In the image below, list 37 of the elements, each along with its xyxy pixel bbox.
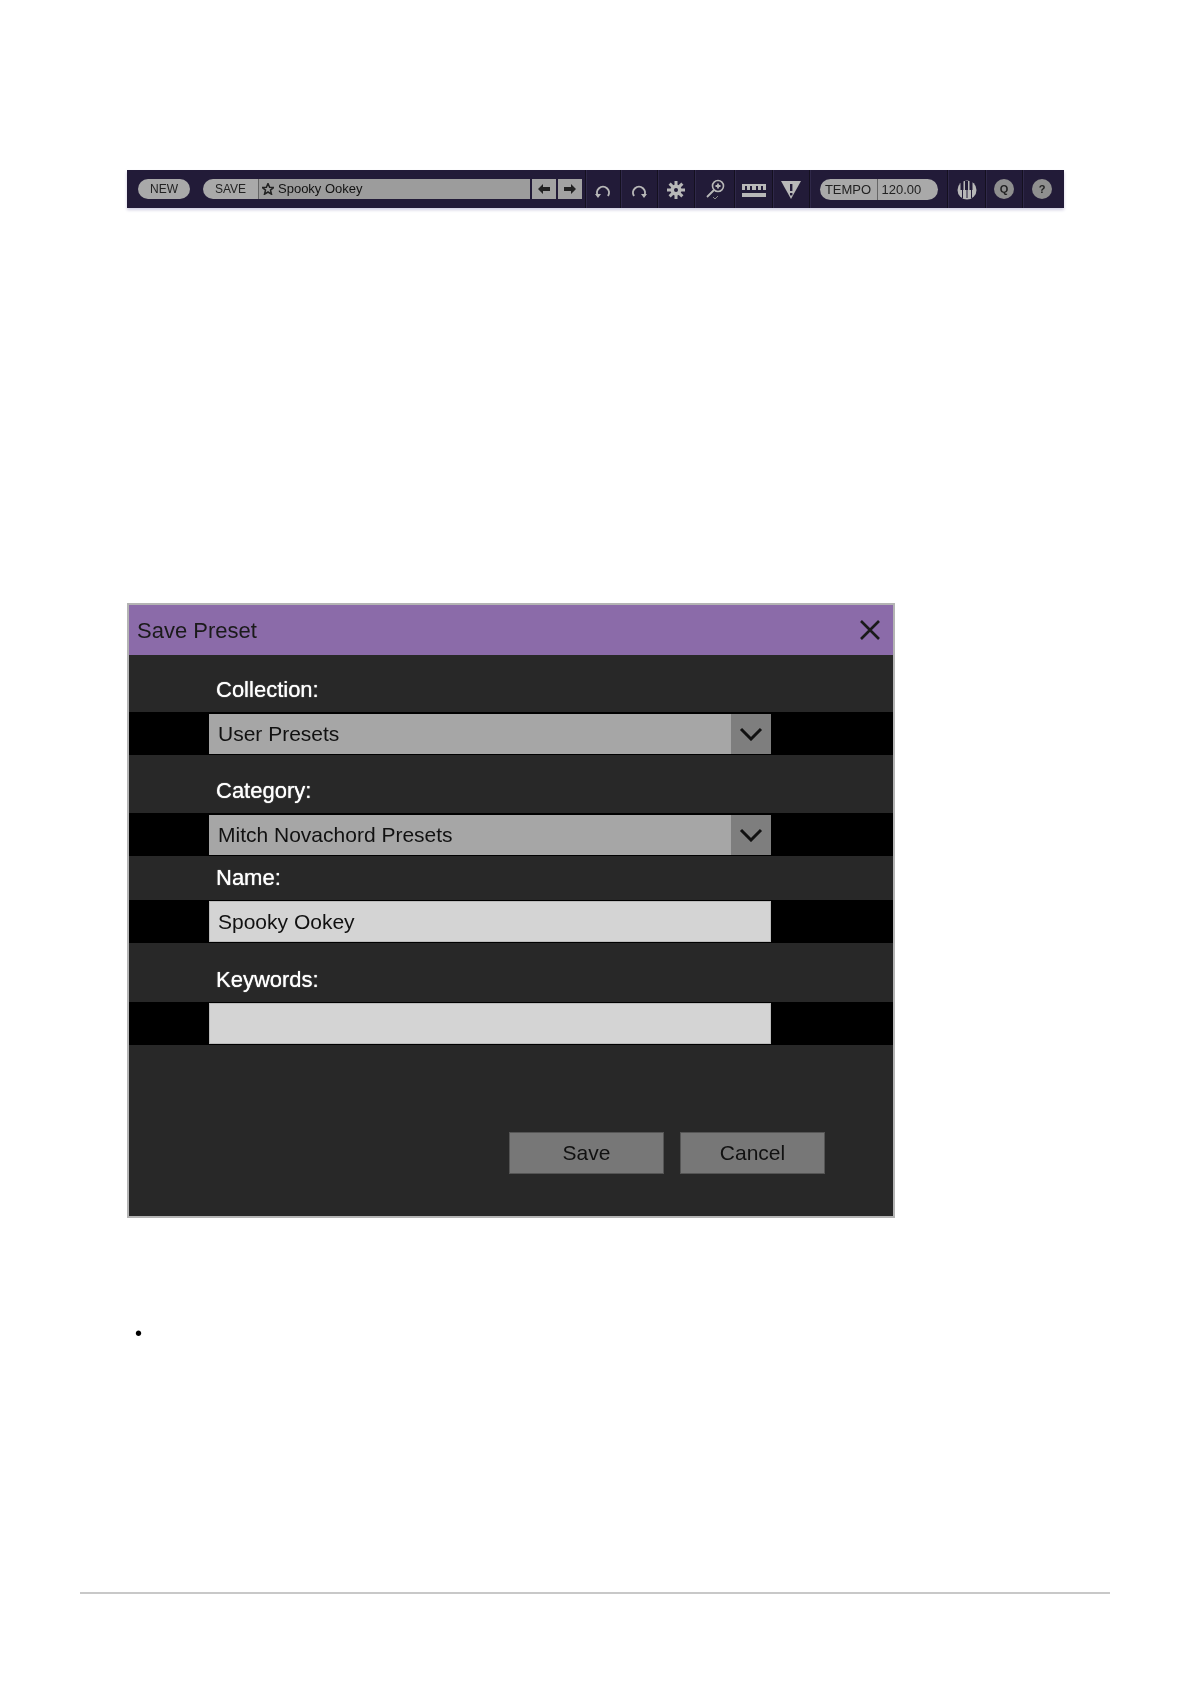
dialog-title: Save Preset <box>137 616 257 645</box>
dropdown-button[interactable] <box>731 814 771 855</box>
preset-name: Spooky Ookey <box>278 180 363 199</box>
zoom-button[interactable] <box>704 177 725 201</box>
save-button[interactable]: SAVE <box>203 179 258 199</box>
close-button[interactable] <box>859 619 881 641</box>
field-label: Category: <box>215 777 313 805</box>
dropdown-field[interactable]: Mitch Novachord Presets <box>209 814 771 855</box>
new-button[interactable]: NEW <box>138 179 190 199</box>
input-field[interactable]: Spooky Ookey <box>209 901 771 942</box>
input-field[interactable] <box>209 1003 771 1044</box>
field-label: Name: <box>215 864 282 892</box>
left-arrow-icon <box>538 184 550 194</box>
piano-keys-icon <box>956 179 977 200</box>
zoom-icon <box>704 178 725 201</box>
save-button[interactable]: Save <box>509 1132 664 1174</box>
cancel-button[interactable]: Cancel <box>680 1132 825 1174</box>
previous-preset-button[interactable] <box>532 179 556 199</box>
help-button[interactable]: ? <box>1032 179 1052 199</box>
settings-icon <box>667 180 685 199</box>
tempo-control[interactable]: TEMPO 120.00 <box>819 178 938 200</box>
chevron-down-icon <box>739 827 763 842</box>
right-arrow-icon <box>564 184 576 194</box>
close-icon <box>859 619 881 641</box>
q-button[interactable]: Q <box>994 179 1014 199</box>
tempo-value: 120.00 <box>880 180 922 199</box>
field-label: Keywords: <box>215 966 320 994</box>
star-icon <box>262 183 274 195</box>
warning-icon <box>781 180 801 199</box>
tempo-label: TEMPO <box>819 178 878 200</box>
chevron-down-icon <box>739 726 763 741</box>
next-preset-button[interactable] <box>558 179 582 199</box>
bullet-marker: • <box>135 1321 143 1346</box>
dropdown-button[interactable] <box>731 713 771 754</box>
preset-name-field[interactable]: Spooky Ookey <box>258 179 530 199</box>
field-label: Collection: <box>215 676 320 704</box>
dropdown-field[interactable]: User Presets <box>209 713 771 754</box>
